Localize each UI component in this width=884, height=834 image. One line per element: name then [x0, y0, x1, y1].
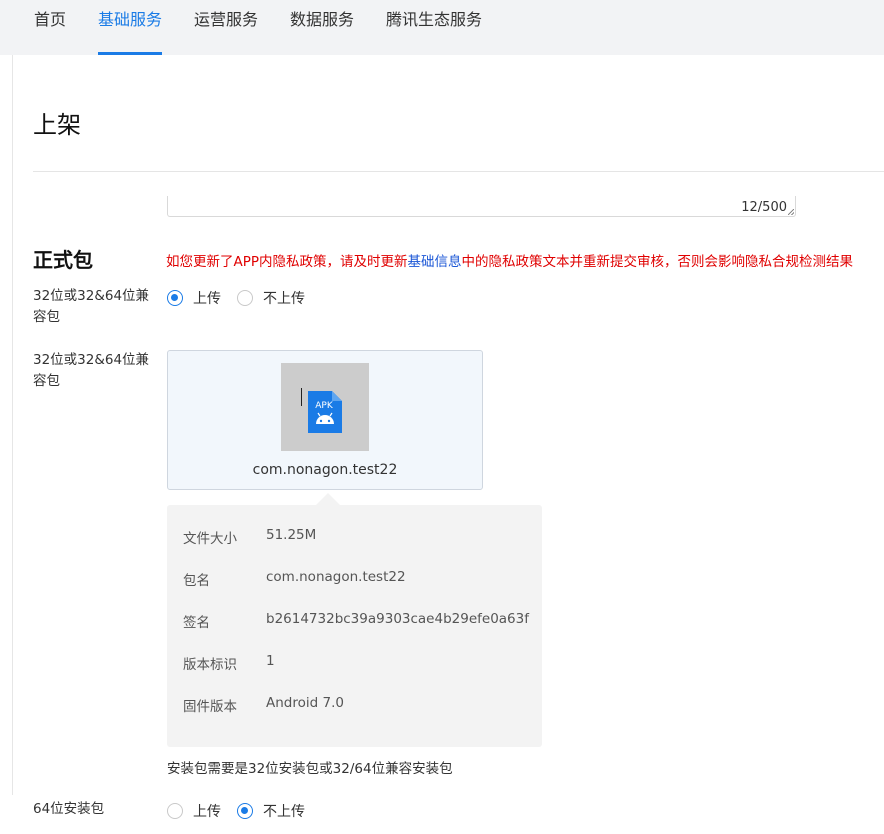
info-key: 版本标识	[183, 657, 237, 673]
privacy-warning: 如您更新了APP内隐私政策，请及时更新基础信息中的隐私政策文本并重新提交审核，否…	[166, 250, 853, 270]
radio-label: 上传	[193, 291, 221, 307]
info-value: Android 7.0	[266, 695, 344, 711]
title-divider	[33, 171, 884, 172]
basic-info-link[interactable]: 基础信息	[408, 254, 462, 270]
radio-label: 不上传	[263, 804, 305, 820]
info-key: 固件版本	[183, 699, 237, 715]
radio-checked-icon[interactable]	[237, 803, 253, 819]
info-key: 包名	[183, 573, 210, 589]
warning-suffix: 中的隐私政策文本并重新提交审核，否则会影响隐私合规检测结果	[461, 254, 854, 270]
package-info-panel: 文件大小 51.25M 包名 com.nonagon.test22 签名 b26…	[167, 505, 542, 747]
info-value: 51.25M	[266, 527, 317, 543]
compat-upload-option-upload[interactable]: 上传	[167, 288, 221, 308]
package-requirement-hint: 安装包需要是32位安装包或32/64位兼容安装包	[167, 761, 453, 777]
top-nav: 首页 基础服务 运营服务 数据服务 腾讯生态服务	[0, 0, 884, 55]
info-value: b2614732bc39a9303cae4b29efe0a63f	[266, 611, 529, 627]
pkg64-option-no-upload[interactable]: 不上传	[237, 801, 305, 821]
page-title: 上架	[33, 111, 81, 139]
apk-filename: com.nonagon.test22	[252, 462, 398, 478]
pkg64-option-upload[interactable]: 上传	[167, 801, 221, 821]
info-key: 文件大小	[183, 531, 237, 547]
description-textarea[interactable]: 12/500	[167, 196, 796, 217]
info-panel-arrow	[316, 493, 340, 505]
radio-checked-icon[interactable]	[167, 290, 183, 306]
radio-unchecked-icon[interactable]	[237, 290, 253, 306]
char-counter: 12/500	[741, 200, 787, 215]
info-value: 1	[266, 653, 275, 669]
nav-basic-services[interactable]: 基础服务	[98, 0, 162, 55]
resize-handle[interactable]	[788, 209, 794, 215]
compat-upload-option-no-upload[interactable]: 不上传	[237, 288, 305, 308]
compat-package-label: 32位或32&64位兼容包	[33, 352, 150, 389]
radio-unchecked-icon[interactable]	[167, 803, 183, 819]
nav-tencent-ecosystem[interactable]: 腾讯生态服务	[386, 0, 482, 55]
radio-label: 不上传	[263, 291, 305, 307]
apk-upload-card[interactable]: APK com.nonagon.test22	[167, 350, 483, 490]
apk-icon-label: APK	[315, 401, 334, 411]
pkg64-label: 64位安装包	[33, 801, 105, 817]
nav-home[interactable]: 首页	[34, 0, 66, 55]
info-key: 签名	[183, 615, 210, 631]
info-value: com.nonagon.test22	[266, 569, 406, 585]
apk-file-icon: APK	[308, 391, 342, 433]
nav-operation-services[interactable]: 运营服务	[194, 0, 258, 55]
radio-label: 上传	[193, 804, 221, 820]
section-title: 正式包	[33, 248, 93, 272]
compat-upload-label: 32位或32&64位兼容包	[33, 288, 150, 325]
warning-prefix: 如您更新了APP内隐私政策，请及时更新	[166, 254, 408, 270]
nav-data-services[interactable]: 数据服务	[290, 0, 354, 55]
apk-thumbnail: APK	[281, 363, 369, 451]
text-cursor	[301, 388, 302, 406]
